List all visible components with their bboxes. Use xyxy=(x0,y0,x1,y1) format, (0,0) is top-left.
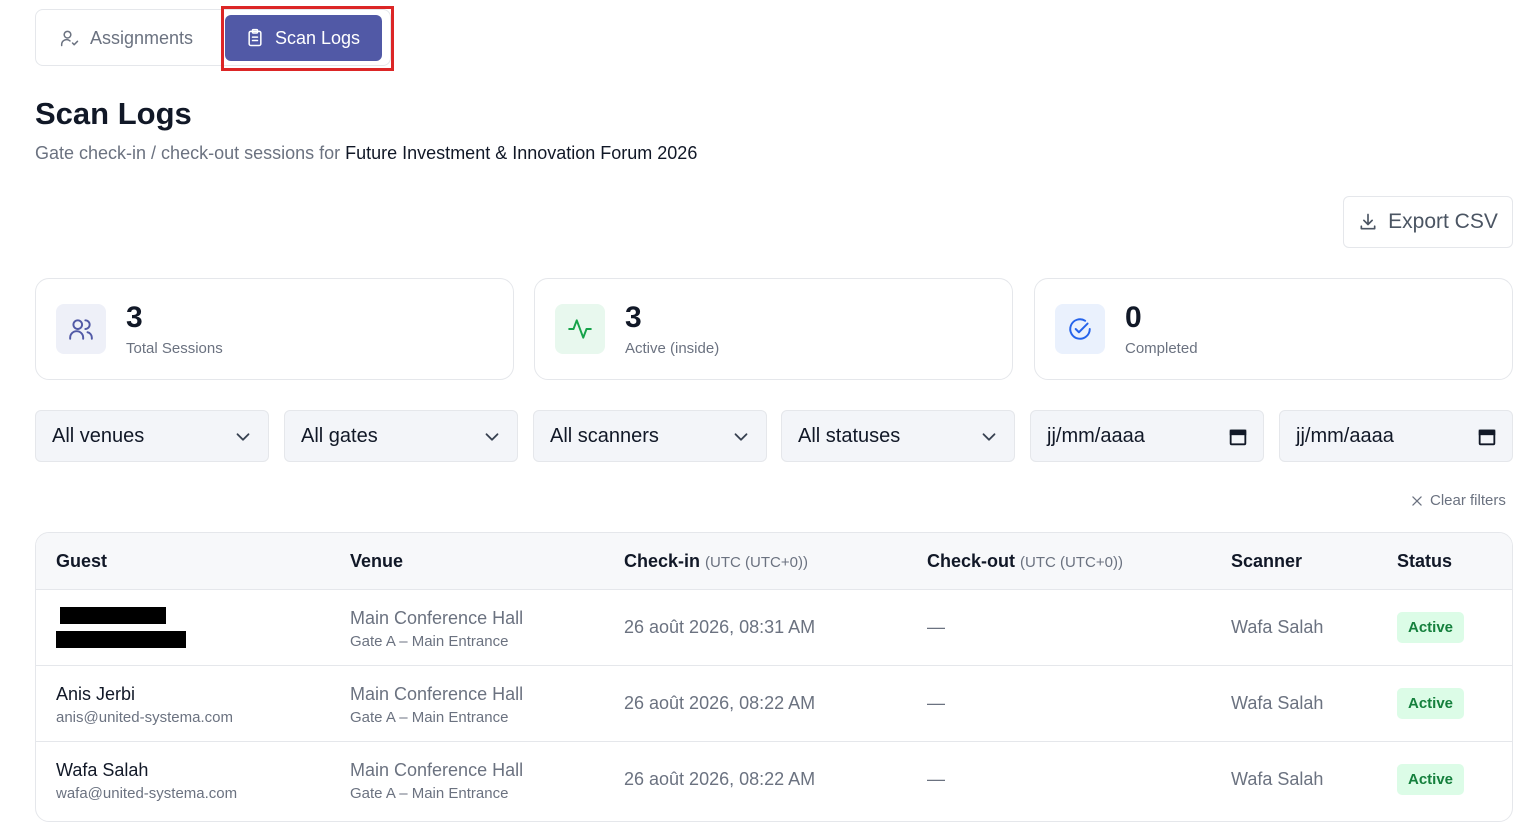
checkin-time: 26 août 2026, 08:22 AM xyxy=(624,769,816,789)
download-icon xyxy=(1360,213,1376,230)
tab-scan-logs[interactable]: Scan Logs xyxy=(225,15,382,61)
status-badge: Active xyxy=(1397,688,1465,719)
scanner-name: Wafa Salah xyxy=(1231,617,1324,637)
clipboard-list-icon xyxy=(248,28,262,47)
tab-assignments-label: Assignments xyxy=(90,27,194,48)
checkin-time: 26 août 2026, 08:31 AM xyxy=(624,617,816,637)
stat-label: Total Sessions xyxy=(126,340,223,357)
column-scanner: Scanner xyxy=(1231,551,1303,571)
column-checkin: Check-in (UTC (UTC+0)) xyxy=(624,551,808,572)
stat-value: 0 xyxy=(1125,301,1142,334)
redacted-guest-email xyxy=(56,631,186,648)
venue-name: Main Conference Hall xyxy=(350,608,524,628)
venue-select[interactable]: All venues xyxy=(35,410,269,462)
checkin-time: 26 août 2026, 08:22 AM xyxy=(624,693,816,713)
stat-value: 3 xyxy=(126,301,143,334)
venue-name: Main Conference Hall xyxy=(350,684,524,704)
export-csv-button[interactable]: Export CSV xyxy=(1343,196,1513,248)
page-subtitle: Gate check-in / check-out sessions for F… xyxy=(35,143,697,164)
checkout-time: — xyxy=(927,617,945,637)
calendar-icon[interactable] xyxy=(1476,426,1498,448)
chevron-down-icon xyxy=(734,433,748,441)
date-from-input[interactable]: jj/mm/aaaa xyxy=(1030,410,1264,462)
check-circle-icon xyxy=(1055,304,1105,354)
column-checkout: Check-out (UTC (UTC+0)) xyxy=(927,551,1123,572)
checkout-time: — xyxy=(927,769,945,789)
tab-scan-logs-label: Scan Logs xyxy=(275,27,361,48)
tab-bar: Assignments Scan Logs xyxy=(35,9,391,66)
stat-card-completed: 0 Completed xyxy=(1034,278,1513,380)
status-select[interactable]: All statuses xyxy=(781,410,1015,462)
event-name: Future Investment & Innovation Forum 202… xyxy=(345,143,698,163)
chevron-down-icon xyxy=(236,433,250,441)
export-csv-label: Export CSV xyxy=(1388,210,1498,233)
table-header: Guest Venue Check-in (UTC (UTC+0)) Check… xyxy=(36,533,1512,590)
stat-card-total-sessions: 3 Total Sessions xyxy=(35,278,514,380)
date-to-input[interactable]: jj/mm/aaaa xyxy=(1279,410,1513,462)
gate-select-value: All gates xyxy=(301,424,378,447)
status-badge: Active xyxy=(1397,764,1465,795)
gate-name: Gate A – Main Entrance xyxy=(350,785,509,802)
table-row[interactable]: Anis Jerbi anis@united-systema.com Main … xyxy=(36,666,1512,742)
chevron-down-icon xyxy=(982,433,996,441)
status-badge: Active xyxy=(1397,612,1465,643)
column-checkin-label: Check-in xyxy=(624,551,701,571)
column-status: Status xyxy=(1397,551,1453,571)
table-row[interactable]: Main Conference Hall Gate A – Main Entra… xyxy=(36,590,1512,666)
guest-email: wafa@united-systema.com xyxy=(56,785,238,802)
checkout-time: — xyxy=(927,693,945,713)
stat-value: 3 xyxy=(625,301,642,334)
redacted-guest-name xyxy=(60,607,166,624)
scanner-select-value: All scanners xyxy=(550,424,659,447)
subtitle-prefix: Gate check-in / check-out sessions for xyxy=(35,143,346,163)
gate-name: Gate A – Main Entrance xyxy=(350,633,509,650)
users-icon xyxy=(56,304,106,354)
close-icon xyxy=(1412,495,1422,506)
stat-label: Active (inside) xyxy=(625,340,720,357)
calendar-icon[interactable] xyxy=(1227,426,1249,448)
guest-name: Wafa Salah xyxy=(56,760,149,780)
column-checkout-timezone: (UTC (UTC+0)) xyxy=(1020,554,1123,571)
chevron-down-icon xyxy=(485,433,499,441)
column-venue: Venue xyxy=(350,551,404,571)
gate-name: Gate A – Main Entrance xyxy=(350,709,509,726)
column-checkin-timezone: (UTC (UTC+0)) xyxy=(705,554,808,571)
column-guest: Guest xyxy=(56,551,108,571)
table-row[interactable]: Wafa Salah wafa@united-systema.com Main … xyxy=(36,742,1512,818)
date-to-placeholder: jj/mm/aaaa xyxy=(1296,424,1394,447)
guest-name: Anis Jerbi xyxy=(56,684,136,704)
scanner-select[interactable]: All scanners xyxy=(533,410,767,462)
scanner-name: Wafa Salah xyxy=(1231,693,1324,713)
stat-label: Completed xyxy=(1125,340,1198,357)
venue-name: Main Conference Hall xyxy=(350,760,524,780)
venue-select-value: All venues xyxy=(52,424,145,447)
status-select-value: All statuses xyxy=(798,424,901,447)
page-title: Scan Logs xyxy=(35,96,192,131)
gate-select[interactable]: All gates xyxy=(284,410,518,462)
tab-assignments[interactable]: Assignments xyxy=(60,15,193,61)
date-from-placeholder: jj/mm/aaaa xyxy=(1047,424,1145,447)
user-check-icon xyxy=(60,30,79,47)
scanner-name: Wafa Salah xyxy=(1231,769,1324,789)
scan-logs-table: Guest Venue Check-in (UTC (UTC+0)) Check… xyxy=(35,532,1513,822)
clear-filters-button[interactable]: Clear filters xyxy=(1410,492,1506,509)
column-checkout-label: Check-out xyxy=(927,551,1016,571)
stat-card-active: 3 Active (inside) xyxy=(534,278,1013,380)
guest-email: anis@united-systema.com xyxy=(56,709,233,726)
activity-icon xyxy=(555,304,605,354)
clear-filters-label: Clear filters xyxy=(1430,492,1506,509)
